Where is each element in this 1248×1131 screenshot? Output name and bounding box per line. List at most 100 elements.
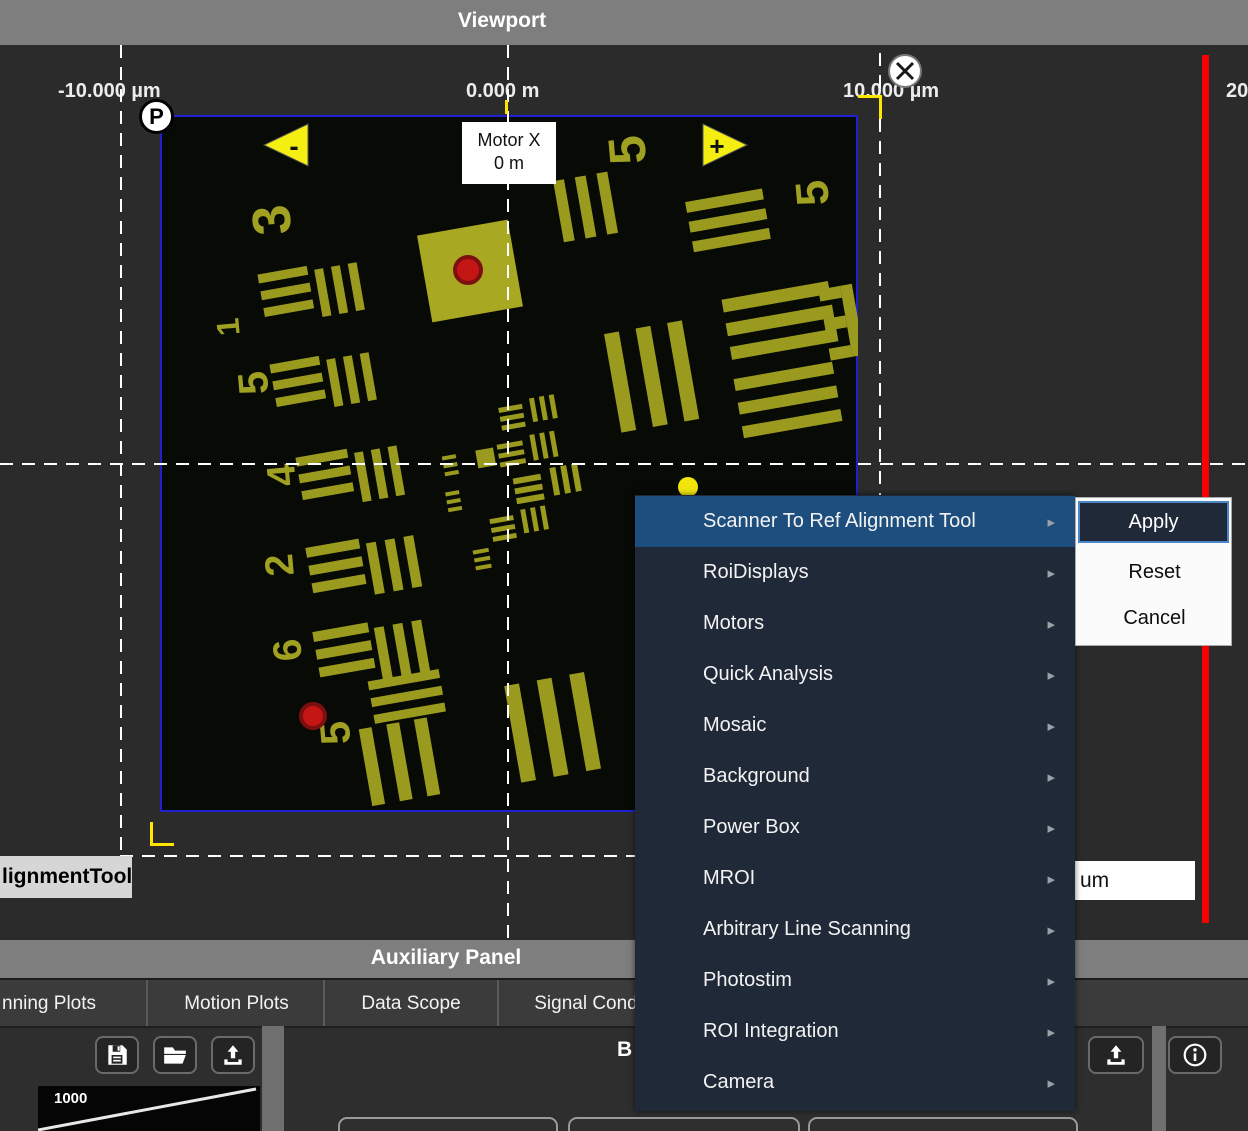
menu-item-background[interactable]: Background ▸ [635, 751, 1075, 802]
submenu-arrow-icon: ▸ [1047, 1023, 1055, 1041]
menu-item-arbitrary-line-scanning[interactable]: Arbitrary Line Scanning ▸ [635, 904, 1075, 955]
partial-button-1[interactable] [338, 1117, 558, 1131]
menu-item-label: Motors [703, 612, 764, 635]
tab-scanning-plots[interactable]: nning Plots [0, 980, 148, 1028]
export-button[interactable] [211, 1036, 255, 1074]
submenu-arrow-icon: ▸ [1047, 819, 1055, 837]
x-marker-icon [887, 53, 923, 89]
viewport-titlebar: Viewport [0, 0, 1248, 45]
red-alignment-point[interactable] [301, 704, 325, 728]
submenu-item-cancel[interactable]: Cancel [1076, 596, 1233, 640]
submenu-item-label: Cancel [1123, 607, 1185, 630]
app-window: Viewport [0, 0, 1248, 1131]
menu-item-roidisplays[interactable]: RoiDisplays ▸ [635, 547, 1075, 598]
context-submenu: Apply Reset Cancel [1075, 497, 1232, 646]
menu-item-mosaic[interactable]: Mosaic ▸ [635, 700, 1075, 751]
menu-item-label: Quick Analysis [703, 663, 833, 686]
info-icon [1182, 1042, 1208, 1068]
menu-item-photostim[interactable]: Photostim ▸ [635, 955, 1075, 1006]
tab-motion-plots[interactable]: Motion Plots [150, 980, 325, 1028]
context-menu: Scanner To Ref Alignment Tool ▸ RoiDispl… [635, 495, 1075, 1111]
ruler-label-center: 0.000 m [466, 80, 539, 103]
tab-label: nning Plots [2, 993, 96, 1015]
scanfield-corner-top-right [858, 95, 882, 119]
upload-tray-icon [1103, 1042, 1129, 1068]
menu-item-label: Background [703, 765, 810, 788]
tab-label: Data Scope [361, 993, 460, 1015]
submenu-arrow-icon: ▸ [1047, 870, 1055, 888]
menu-item-label: Mosaic [703, 714, 766, 737]
motor-value: 0 m [462, 152, 556, 175]
submenu-item-label: Reset [1128, 561, 1180, 584]
submenu-item-reset[interactable]: Reset [1076, 550, 1233, 594]
alignment-tool-window-title: lignmentTool [0, 856, 132, 898]
tab-label: Signal Cond [534, 993, 638, 1015]
y-axis-tick-label: 1000 [54, 1090, 87, 1107]
menu-item-power-box[interactable]: Power Box ▸ [635, 802, 1075, 853]
target-digit: 5 [785, 178, 839, 208]
viewport-title: Viewport [0, 9, 1004, 33]
p-point-marker[interactable]: P [139, 99, 174, 134]
center-panel-title-partial: B [617, 1038, 632, 1062]
submenu-arrow-icon: ▸ [1047, 666, 1055, 684]
submenu-arrow-icon: ▸ [1047, 615, 1055, 633]
menu-item-motors[interactable]: Motors ▸ [635, 598, 1075, 649]
submenu-arrow-icon: ▸ [1047, 717, 1055, 735]
jog-left-button[interactable]: - [262, 123, 310, 167]
x-marker[interactable] [887, 53, 923, 94]
target-digit: 3 [241, 202, 303, 237]
units-value: um [1080, 869, 1109, 893]
folder-open-icon [162, 1042, 188, 1068]
target-digit: 6 [265, 637, 311, 663]
submenu-arrow-icon: ▸ [1047, 1074, 1055, 1092]
partial-button-2[interactable] [568, 1117, 800, 1131]
menu-item-roi-integration[interactable]: ROI Integration ▸ [635, 1006, 1075, 1057]
menu-item-mroi[interactable]: MROI ▸ [635, 853, 1075, 904]
submenu-item-apply[interactable]: Apply [1078, 501, 1229, 543]
tab-data-scope[interactable]: Data Scope [325, 980, 499, 1028]
menu-item-camera[interactable]: Camera ▸ [635, 1057, 1075, 1108]
jog-left-label: - [289, 131, 298, 162]
panel-splitter-left[interactable] [262, 1026, 284, 1131]
menu-item-label: Camera [703, 1071, 774, 1094]
target-digit: 4 [259, 461, 305, 488]
ruler-label-left: -10.000 µm [58, 80, 161, 103]
menu-item-label: RoiDisplays [703, 561, 809, 584]
p-marker-label: P [149, 104, 164, 130]
tab-label: Motion Plots [184, 993, 289, 1015]
target-digit: 5 [229, 369, 278, 396]
upload-button[interactable] [1088, 1036, 1144, 1074]
info-button[interactable] [1168, 1036, 1222, 1074]
center-tick [505, 100, 508, 114]
save-button[interactable] [95, 1036, 139, 1074]
target-digit: 5 [598, 133, 658, 167]
scanning-plot-chart[interactable]: 1000 [38, 1086, 260, 1131]
menu-item-scanner-to-ref-alignment-tool[interactable]: Scanner To Ref Alignment Tool ▸ [635, 496, 1075, 547]
units-field[interactable]: um [1075, 861, 1195, 900]
partial-button-3[interactable] [808, 1117, 1078, 1131]
yellow-alignment-point[interactable] [678, 477, 698, 497]
jog-right-label: + [709, 131, 724, 161]
submenu-arrow-icon: ▸ [1047, 564, 1055, 582]
jog-right-button[interactable]: + [702, 123, 750, 167]
menu-item-quick-analysis[interactable]: Quick Analysis ▸ [635, 649, 1075, 700]
red-alignment-point[interactable] [455, 257, 481, 283]
menu-item-label: MROI [703, 867, 755, 890]
submenu-arrow-icon: ▸ [1047, 513, 1055, 531]
menu-item-label: ROI Integration [703, 1020, 839, 1043]
menu-item-label: Power Box [703, 816, 800, 839]
target-digit: 1 [209, 317, 246, 338]
left-arrow-icon [264, 124, 308, 166]
submenu-arrow-icon: ▸ [1047, 921, 1055, 939]
submenu-arrow-icon: ▸ [1047, 972, 1055, 990]
panel-splitter-right[interactable] [1152, 1026, 1166, 1131]
menu-item-label: Arbitrary Line Scanning [703, 918, 911, 941]
ruler-label-far-right: 20 [1226, 80, 1248, 103]
target-digit: 2 [257, 552, 303, 578]
motor-readout: Motor X 0 m [462, 122, 556, 184]
submenu-arrow-icon: ▸ [1047, 768, 1055, 786]
scanfield-corner-bottom-left [150, 822, 174, 846]
alignment-tool-label: lignmentTool [2, 865, 132, 889]
open-button[interactable] [153, 1036, 197, 1074]
dashed-guide-left [120, 45, 122, 860]
